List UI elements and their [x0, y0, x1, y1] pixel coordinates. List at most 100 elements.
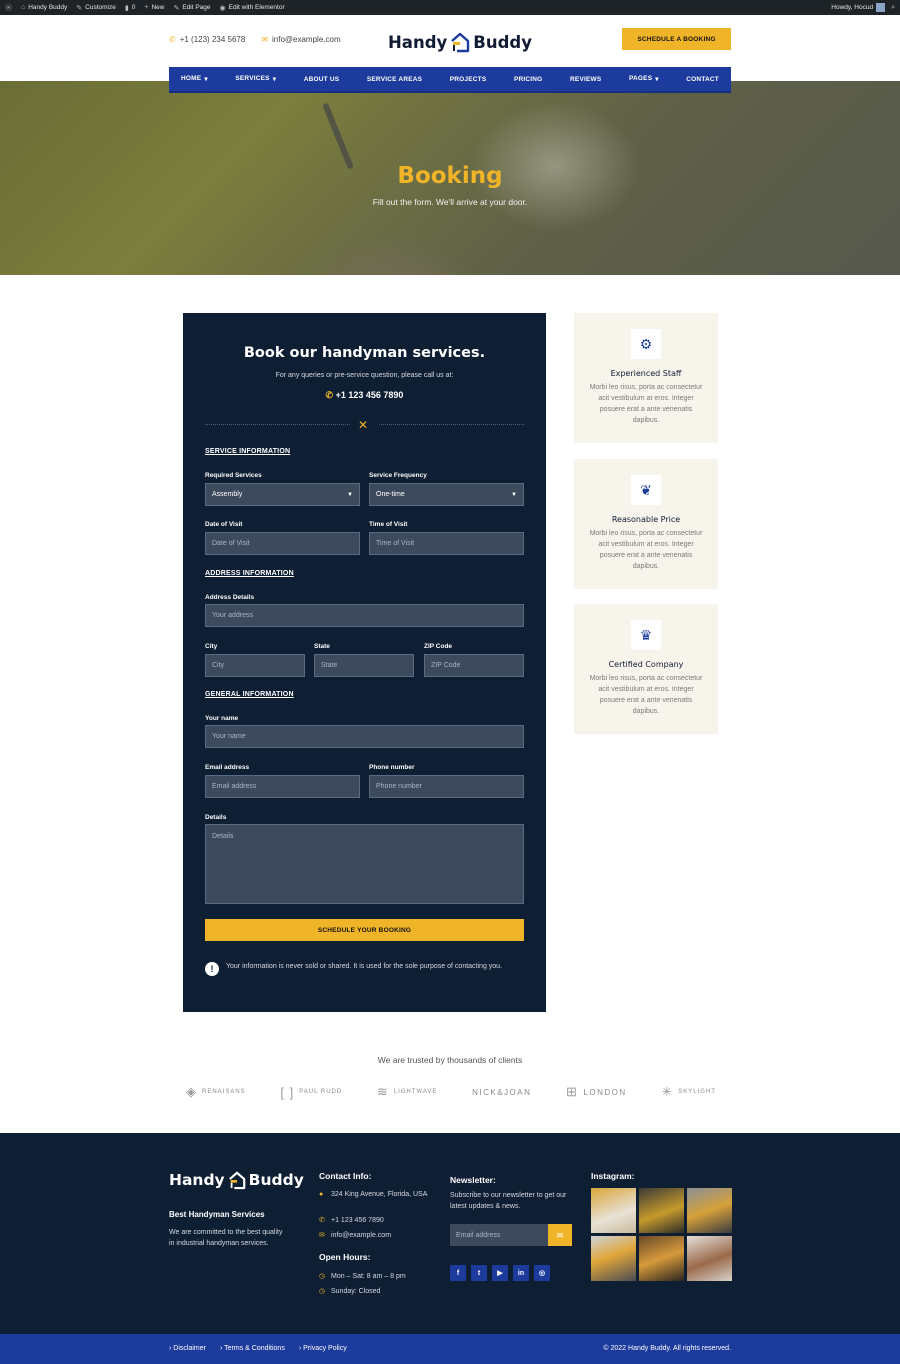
facebook-icon[interactable]: f [450, 1265, 466, 1281]
avatar [876, 3, 886, 12]
feature-card-reasonable-price: ❦ Reasonable Price Morbi leo risus, port… [574, 459, 718, 589]
schedule-booking-button[interactable]: SCHEDULE A BOOKING [622, 28, 731, 50]
caret-down-icon: ▼ [347, 491, 353, 498]
plus-icon: + [144, 4, 149, 11]
chevron-down-icon: ▾ [204, 76, 208, 83]
section-general-information: GENERAL INFORMATION [205, 691, 294, 698]
wordpress-icon: ⓦ [5, 4, 12, 12]
brand-logo-london: ⊞ LONDON [566, 1084, 627, 1099]
diamond-icon: ◈ [186, 1084, 197, 1099]
privacy-link[interactable]: › Privacy Policy [299, 1345, 347, 1352]
map-pin-icon: ● [319, 1191, 324, 1198]
section-address-information: ADDRESS INFORMATION [205, 570, 294, 577]
label-date-of-visit: Date of Visit [205, 521, 243, 528]
admin-account-menu[interactable]: Howdy, Hocud [831, 3, 886, 12]
nav-pages[interactable]: PAGES ▾ [629, 75, 659, 83]
brand-logo-paul-rudd: [ ] PAUL RUDD [280, 1084, 343, 1100]
clock-icon: ◷ [319, 1288, 326, 1295]
hero-photo-person [300, 231, 480, 275]
zip-input[interactable]: ZIP Code [424, 654, 524, 677]
time-of-visit-input[interactable]: Time of Visit [369, 532, 524, 555]
footer-logo[interactable]: Handy Buddy [169, 1170, 304, 1190]
phone-input[interactable]: Phone number [369, 775, 524, 798]
header-contact: ✆ +1 (123) 234 5678 ✉ info@example.com [169, 35, 341, 44]
admin-comments-link[interactable]: ▮ 0 [125, 4, 135, 12]
label-details: Details [205, 814, 227, 821]
instagram-photo[interactable] [687, 1236, 732, 1281]
chevron-right-icon: › [169, 1345, 172, 1352]
instagram-photo[interactable] [639, 1236, 684, 1281]
youtube-icon[interactable]: ▶ [492, 1265, 508, 1281]
terms-link[interactable]: › Terms & Conditions [220, 1345, 285, 1352]
instagram-heading: Instagram: [591, 1171, 635, 1181]
site-logo[interactable]: Handy Buddy [388, 27, 532, 57]
form-phone-link[interactable]: ✆ +1 123 456 7890 [183, 390, 546, 401]
booking-form: Book our handyman services. For any quer… [183, 313, 546, 1012]
form-subtitle: For any queries or pre-service question,… [275, 372, 454, 379]
clock-icon: ◷ [319, 1273, 326, 1280]
header-email[interactable]: ✉ info@example.com [261, 35, 340, 44]
brand-logo-renaisans: ◈ RENAISANS [186, 1084, 246, 1099]
legal-links: › Disclaimer › Terms & Conditions › Priv… [169, 1345, 347, 1352]
chevron-right-icon: › [298, 1345, 302, 1352]
admin-edit-page-link[interactable]: ✎ Edit Page [173, 4, 210, 12]
wordpress-menu[interactable]: ⓦ [5, 3, 12, 13]
instagram-photo[interactable] [687, 1188, 732, 1233]
hours-heading: Open Hours: [319, 1252, 371, 1262]
house-logo-icon [228, 1171, 245, 1190]
tools-icon: ✕ [358, 418, 369, 432]
label-address-details: Address Details [205, 594, 255, 601]
envelope-icon: ✉ [261, 35, 269, 44]
disclaimer-link[interactable]: › Disclaimer [169, 1345, 206, 1352]
linkedin-icon[interactable]: in [513, 1265, 529, 1281]
address-input[interactable]: Your address [205, 604, 524, 627]
admin-customize-link[interactable]: ✎ Customize [76, 4, 116, 12]
service-frequency-select[interactable]: One-time ▼ [369, 483, 524, 506]
nav-pricing[interactable]: PRICING [514, 76, 543, 83]
main-nav: HOME ▾ SERVICES ▾ ABOUT US SERVICE AREAS P… [169, 67, 731, 93]
required-services-select[interactable]: Assembly ▼ [205, 483, 360, 506]
page-title: Booking [397, 163, 503, 189]
nav-home[interactable]: HOME ▾ [181, 75, 208, 83]
form-title: Book our handyman services. [243, 345, 486, 361]
label-service-frequency: Service Frequency [369, 472, 427, 479]
admin-new-link[interactable]: + New [144, 4, 164, 11]
hero-banner: Booking Fill out the form. We'll arrive … [0, 81, 900, 275]
admin-site-link[interactable]: ⌂ Handy Buddy [21, 4, 67, 11]
nav-about-us[interactable]: ABOUT US [304, 76, 340, 83]
details-textarea[interactable]: Details [205, 824, 524, 904]
schedule-your-booking-button[interactable]: SCHEDULE YOUR BOOKING [205, 919, 524, 941]
name-input[interactable]: Your name [205, 725, 524, 748]
date-of-visit-input[interactable]: Date of Visit [205, 532, 360, 555]
comment-icon: ▮ [124, 4, 129, 12]
twitter-icon[interactable]: t [471, 1265, 487, 1281]
nav-services[interactable]: SERVICES ▾ [235, 75, 276, 83]
footer-address: ● 324 King Avenue, Florida, USA [319, 1191, 428, 1198]
waves-icon: ≋ [376, 1084, 389, 1099]
bracket-icon: [ ] [280, 1084, 295, 1100]
nav-service-areas[interactable]: SERVICE AREAS [367, 76, 422, 83]
admin-search[interactable]: ⌕ [891, 4, 895, 12]
instagram-icon[interactable]: ◎ [534, 1265, 550, 1281]
instagram-photo[interactable] [591, 1188, 636, 1233]
exclamation-circle-icon: ! [205, 962, 219, 976]
admin-elementor-link[interactable]: ◉ Edit with Elementor [220, 4, 285, 12]
phone-icon: ✆ [319, 1217, 325, 1224]
house-logo-icon [451, 32, 470, 53]
brand-logo-skylight: ✳ SKYLIGHT [661, 1084, 716, 1099]
email-input[interactable]: Email address [205, 775, 360, 798]
city-input[interactable]: City [205, 654, 305, 677]
header-phone[interactable]: ✆ +1 (123) 234 5678 [169, 35, 245, 44]
pencil-icon: ✎ [173, 4, 180, 12]
social-links: f t ▶ in ◎ [450, 1265, 550, 1281]
footer-email[interactable]: ✉ info@example.com [319, 1230, 391, 1241]
nav-projects[interactable]: PROJECTS [450, 76, 487, 83]
instagram-photo[interactable] [639, 1188, 684, 1233]
state-input[interactable]: State [314, 654, 414, 677]
newsletter-email-input[interactable]: Email address [450, 1224, 548, 1246]
footer-phone[interactable]: ✆ +1 123 456 7890 [319, 1215, 384, 1226]
nav-contact[interactable]: CONTACT [686, 76, 719, 83]
instagram-photo[interactable] [591, 1236, 636, 1281]
nav-reviews[interactable]: REVIEWS [570, 76, 601, 83]
newsletter-submit-button[interactable]: ✉ [548, 1224, 572, 1246]
